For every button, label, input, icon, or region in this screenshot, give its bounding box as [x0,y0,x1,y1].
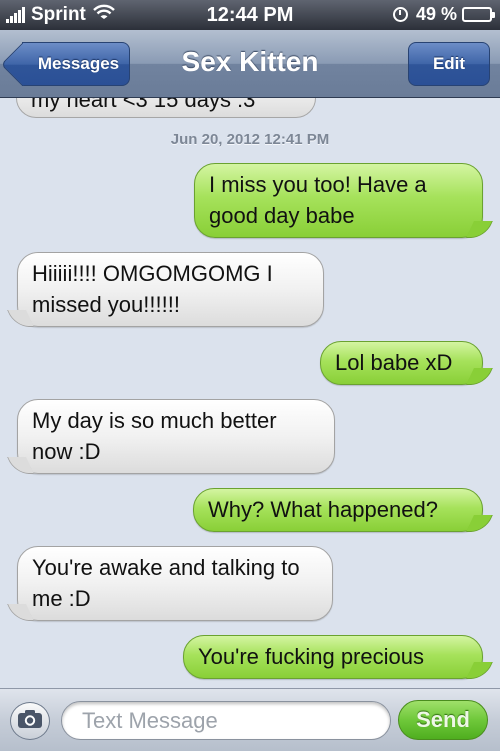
camera-icon [17,709,43,734]
back-to-messages-button[interactable]: Messages [22,42,130,86]
message-bubble-incoming[interactable]: My day is so much better now :D [17,399,335,474]
message-bubble-outgoing[interactable]: You're fucking precious [183,635,483,679]
message-input-bar: Send [0,688,500,751]
conversation-thread[interactable]: my heart <3 15 days :3 Jun 20, 2012 12:4… [0,98,500,688]
navigation-bar: Messages Sex Kitten Edit [0,30,500,98]
camera-button[interactable] [10,702,50,740]
message-bubble-outgoing[interactable]: Why? What happened? [193,488,483,532]
edit-button[interactable]: Edit [408,42,490,86]
message-bubble-incoming[interactable]: Hiiiii!!!! OMGOMGOMG I missed you!!!!!! [17,252,324,327]
battery-percent: 49 % [415,4,457,24]
message-timestamp: Jun 20, 2012 12:41 PM [170,131,330,148]
partial-previous-message: my heart <3 15 days :3 [16,98,316,118]
status-bar: Sprint 12:44 PM 49 % [0,0,500,30]
alarm-clock-icon [392,7,408,22]
message-bubble-outgoing[interactable]: Lol babe xD [320,341,483,385]
message-bubble-incoming[interactable]: You're awake and talking to me :D [17,546,333,621]
send-button[interactable]: Send [398,700,488,740]
message-bubble-outgoing[interactable]: I miss you too! Have a good day babe [194,163,483,238]
back-button-label: Messages [37,54,120,73]
battery-icon [462,7,495,22]
text-message-input[interactable] [61,701,391,740]
conversation-title: Sex Kitten [181,46,319,77]
